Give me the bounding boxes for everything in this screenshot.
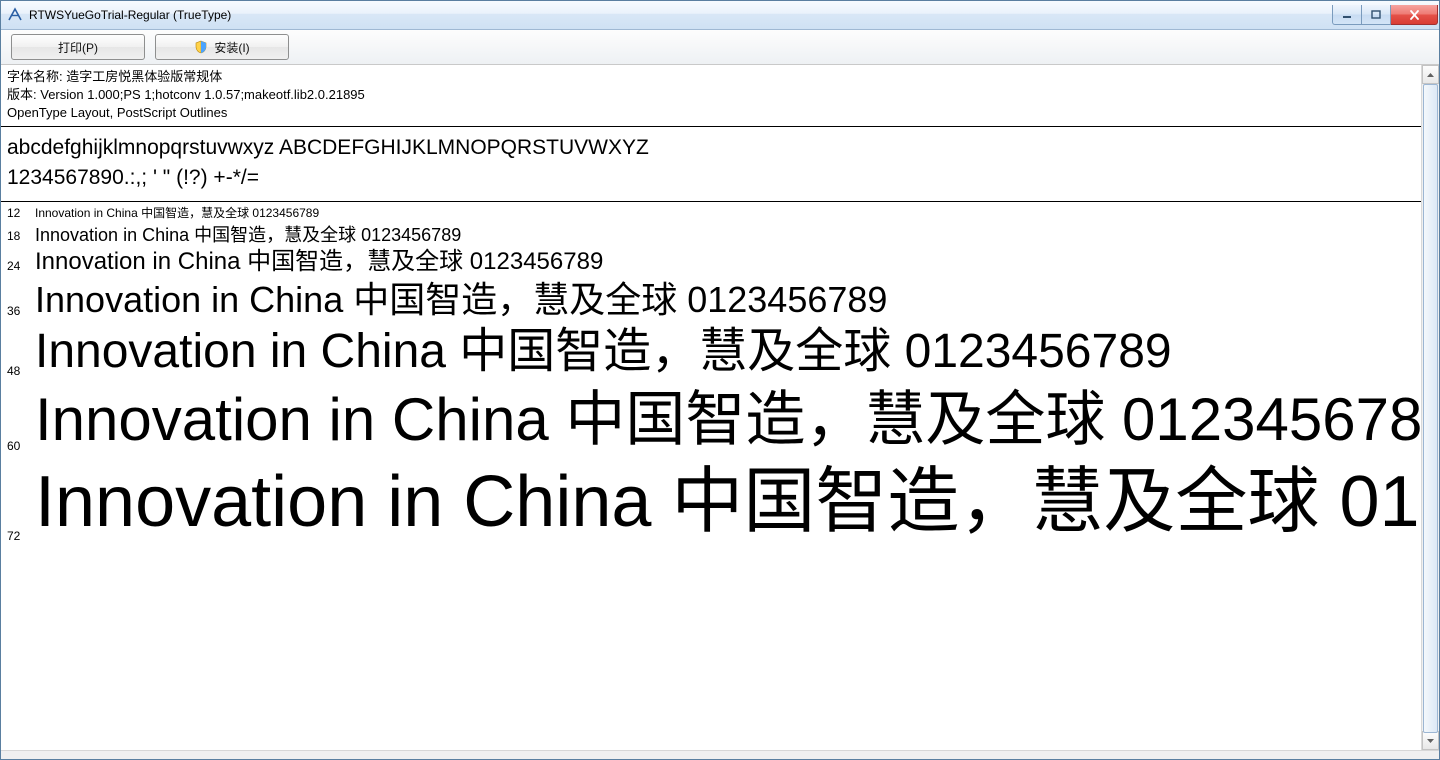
font-name-label: 字体名称: [7, 69, 63, 84]
glyph-line-alpha: abcdefghijklmnopqrstuvwxyz ABCDEFGHIJKLM… [7, 133, 1415, 163]
sample-waterfall: 12Innovation in China 中国智造，慧及全球 01234567… [1, 202, 1421, 547]
scroll-thumb[interactable] [1423, 84, 1438, 733]
install-button-label: 安装(I) [214, 39, 249, 56]
app-icon [7, 7, 23, 23]
minimize-icon [1342, 10, 1352, 20]
font-viewer-window: RTWSYueGoTrial-Regular (TrueType) 打印(P) [0, 0, 1440, 760]
sample-row-72: 72Innovation in China 中国智造，慧及全球 01234567… [7, 457, 1421, 547]
font-version-line: 版本: Version 1.000;PS 1;hotconv 1.0.57;ma… [7, 86, 1415, 104]
sample-text: Innovation in China 中国智造，慧及全球 0123456789 [35, 322, 1421, 382]
chevron-down-icon [1427, 739, 1434, 743]
sample-size-label: 12 [7, 206, 35, 224]
preview-content: 字体名称: 造字工房悦黑体验版常规体 版本: Version 1.000;PS … [1, 65, 1421, 750]
sample-size-label: 18 [7, 229, 35, 247]
sample-row-24: 24Innovation in China 中国智造，慧及全球 01234567… [7, 247, 1421, 277]
sample-row-36: 36Innovation in China 中国智造，慧及全球 01234567… [7, 277, 1421, 322]
install-button[interactable]: 安装(I) [155, 34, 289, 60]
print-button[interactable]: 打印(P) [11, 34, 145, 60]
chevron-up-icon [1427, 73, 1434, 77]
sample-text: Innovation in China 中国智造，慧及全球 0123456789 [35, 247, 1421, 277]
status-strip [1, 750, 1439, 759]
sample-size-label: 48 [7, 364, 35, 382]
font-info-block: 字体名称: 造字工房悦黑体验版常规体 版本: Version 1.000;PS … [1, 65, 1421, 127]
sample-row-60: 60Innovation in China 中国智造，慧及全球 01234567… [7, 382, 1421, 457]
sample-row-48: 48Innovation in China 中国智造，慧及全球 01234567… [7, 322, 1421, 382]
sample-size-label: 60 [7, 439, 35, 457]
print-button-label: 打印(P) [58, 39, 98, 56]
shield-icon [194, 40, 208, 54]
sample-text: Innovation in China 中国智造，慧及全球 0123456789 [35, 457, 1421, 547]
font-version-value: Version 1.000;PS 1;hotconv 1.0.57;makeot… [40, 87, 365, 102]
close-button[interactable] [1391, 5, 1438, 25]
scroll-up-button[interactable] [1422, 65, 1439, 84]
font-version-label: 版本: [7, 87, 37, 102]
sample-size-label: 36 [7, 304, 35, 322]
close-icon [1409, 10, 1420, 20]
content-area: 字体名称: 造字工房悦黑体验版常规体 版本: Version 1.000;PS … [1, 65, 1439, 750]
toolbar: 打印(P) 安装(I) [1, 30, 1439, 65]
sample-text: Innovation in China 中国智造，慧及全球 0123456789 [35, 382, 1421, 457]
window-title: RTWSYueGoTrial-Regular (TrueType) [29, 8, 1332, 22]
font-layout-line: OpenType Layout, PostScript Outlines [7, 104, 1415, 122]
sample-size-label: 72 [7, 529, 35, 547]
sample-text: Innovation in China 中国智造，慧及全球 0123456789 [35, 224, 1421, 247]
sample-row-18: 18Innovation in China 中国智造，慧及全球 01234567… [7, 224, 1421, 247]
sample-text: Innovation in China 中国智造，慧及全球 0123456789 [35, 206, 1421, 221]
maximize-button[interactable] [1362, 5, 1391, 25]
titlebar[interactable]: RTWSYueGoTrial-Regular (TrueType) [1, 1, 1439, 30]
font-name-line: 字体名称: 造字工房悦黑体验版常规体 [7, 68, 1415, 86]
glyph-block: abcdefghijklmnopqrstuvwxyz ABCDEFGHIJKLM… [1, 127, 1421, 202]
glyph-line-digits: 1234567890.:,; ' " (!?) +-*/= [7, 163, 1415, 193]
sample-size-label: 24 [7, 259, 35, 277]
sample-text: Innovation in China 中国智造，慧及全球 0123456789 [35, 277, 1421, 322]
maximize-icon [1371, 10, 1381, 20]
scroll-track[interactable] [1422, 84, 1439, 731]
sample-row-12: 12Innovation in China 中国智造，慧及全球 01234567… [7, 206, 1421, 224]
minimize-button[interactable] [1332, 5, 1362, 25]
vertical-scrollbar[interactable] [1421, 65, 1439, 750]
scroll-down-button[interactable] [1422, 731, 1439, 750]
window-controls [1332, 5, 1438, 25]
font-name-value: 造字工房悦黑体验版常规体 [66, 69, 222, 84]
